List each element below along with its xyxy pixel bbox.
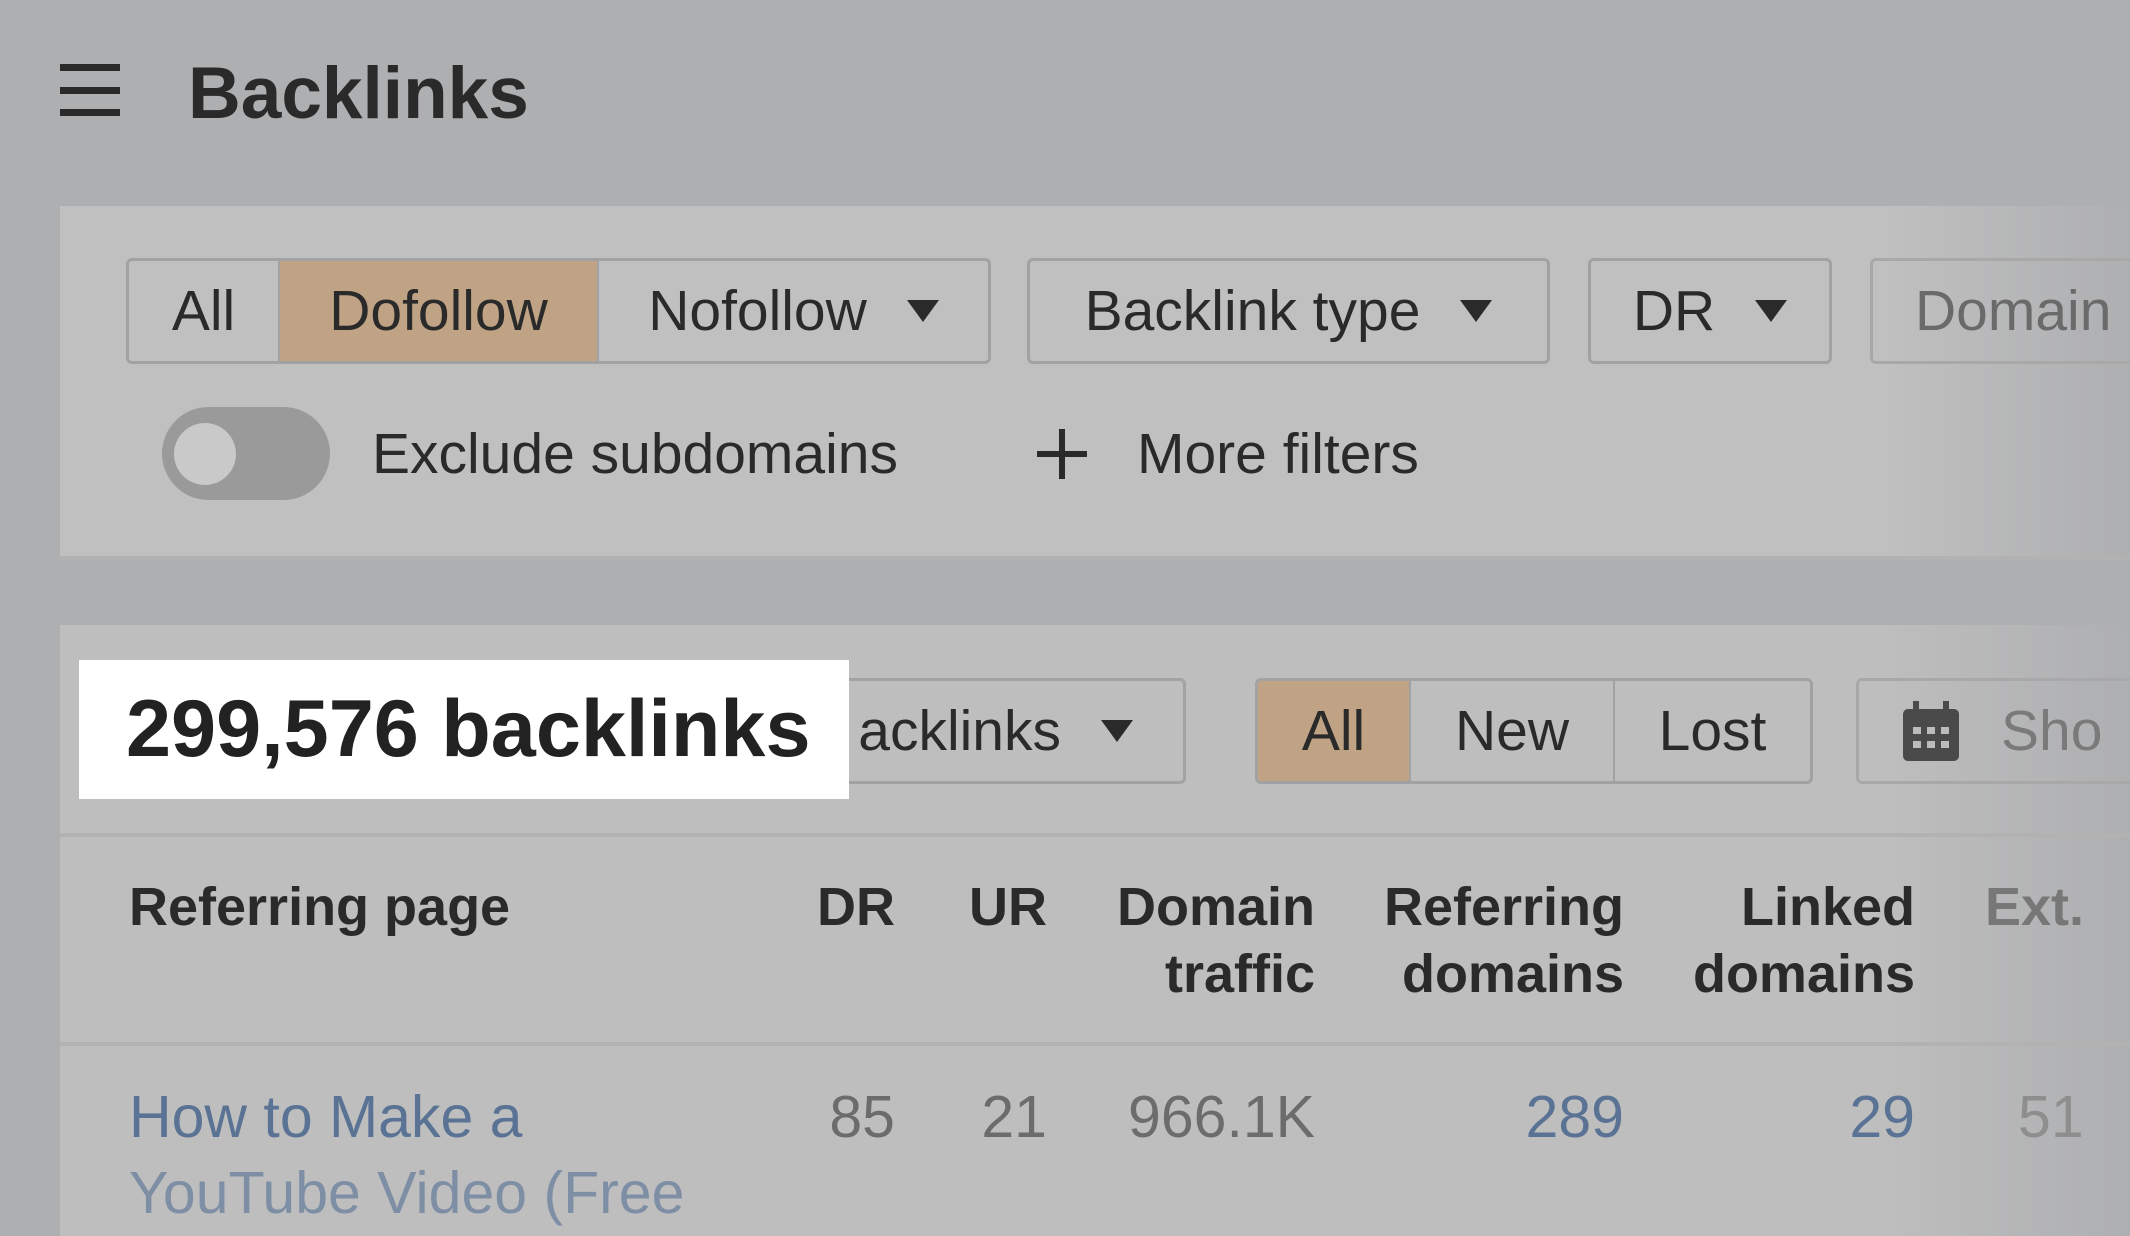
caret-down-icon [1460, 300, 1493, 322]
tab-new[interactable]: New [1411, 681, 1615, 781]
link-line: How to Make a [129, 1084, 523, 1150]
backlink-type-label: Backlink type [1084, 279, 1421, 343]
nofollow-label: Nofollow [648, 279, 867, 343]
toggle-knob [174, 423, 236, 485]
exclude-subdomains-label: Exclude subdomains [372, 422, 898, 486]
col-ur[interactable]: UR [969, 874, 1047, 941]
cell-ur: 21 [981, 1084, 1047, 1150]
col-label: Domain [1116, 877, 1315, 937]
cell-domain-traffic: 966.1K [1128, 1084, 1315, 1150]
filter-nofollow[interactable]: Nofollow [599, 261, 988, 361]
date-label: Sho [2001, 699, 2103, 763]
filter-dofollow[interactable]: Dofollow [280, 261, 599, 361]
cell-ext: 51 [2018, 1084, 2084, 1150]
link-line: YouTube Video (Free [129, 1160, 685, 1226]
backlink-type-dropdown[interactable]: Backlink type [1027, 258, 1550, 364]
col-label: traffic [1164, 944, 1315, 1004]
dr-dropdown[interactable]: DR [1588, 258, 1832, 364]
period-tabs: All New Lost [1255, 678, 1813, 784]
hamburger-icon[interactable] [60, 64, 120, 116]
col-referring-page[interactable]: Referring page [129, 874, 510, 941]
referring-page-link[interactable]: How to Make a YouTube Video (Free [129, 1082, 684, 1228]
col-linked-domains[interactable]: Linked domains [1693, 874, 1915, 1008]
domain-label: Domain [1915, 279, 2112, 343]
caret-down-icon [1755, 300, 1788, 322]
exclude-subdomains-toggle[interactable] [162, 407, 330, 500]
more-filters-button[interactable]: More filters [1137, 421, 1419, 487]
date-button[interactable]: Sho [1856, 678, 2130, 784]
filter-all[interactable]: All [129, 261, 280, 361]
link-type-group: All Dofollow Nofollow [126, 258, 991, 364]
view-label: acklinks [858, 699, 1061, 763]
plus-icon[interactable] [1037, 429, 1087, 479]
col-label: domains [1692, 944, 1915, 1004]
cell-dr: 85 [829, 1084, 895, 1150]
caret-down-icon [1101, 720, 1133, 742]
col-label: domains [1401, 944, 1624, 1004]
tab-lost[interactable]: Lost [1615, 681, 1810, 781]
col-referring-domains[interactable]: Referring domains [1384, 874, 1624, 1008]
page-title: Backlinks [188, 53, 529, 134]
caret-down-icon [906, 300, 939, 322]
col-label: Referring [1383, 877, 1624, 937]
divider [60, 1042, 2130, 1046]
cell-linked-domains[interactable]: 29 [1849, 1082, 1915, 1152]
cell-referring-domains[interactable]: 289 [1526, 1082, 1624, 1152]
calendar-icon [1903, 701, 1959, 761]
col-ext[interactable]: Ext. [1985, 874, 2084, 941]
col-dr[interactable]: DR [817, 874, 895, 941]
col-label: Linked [1740, 877, 1915, 937]
col-domain-traffic[interactable]: Domain traffic [1117, 874, 1315, 1008]
domain-dropdown[interactable]: Domain [1870, 258, 2130, 364]
divider [60, 833, 2130, 837]
backlinks-count: 299,576 backlinks [79, 660, 849, 799]
tab-all[interactable]: All [1258, 681, 1411, 781]
dr-label: DR [1632, 279, 1716, 343]
